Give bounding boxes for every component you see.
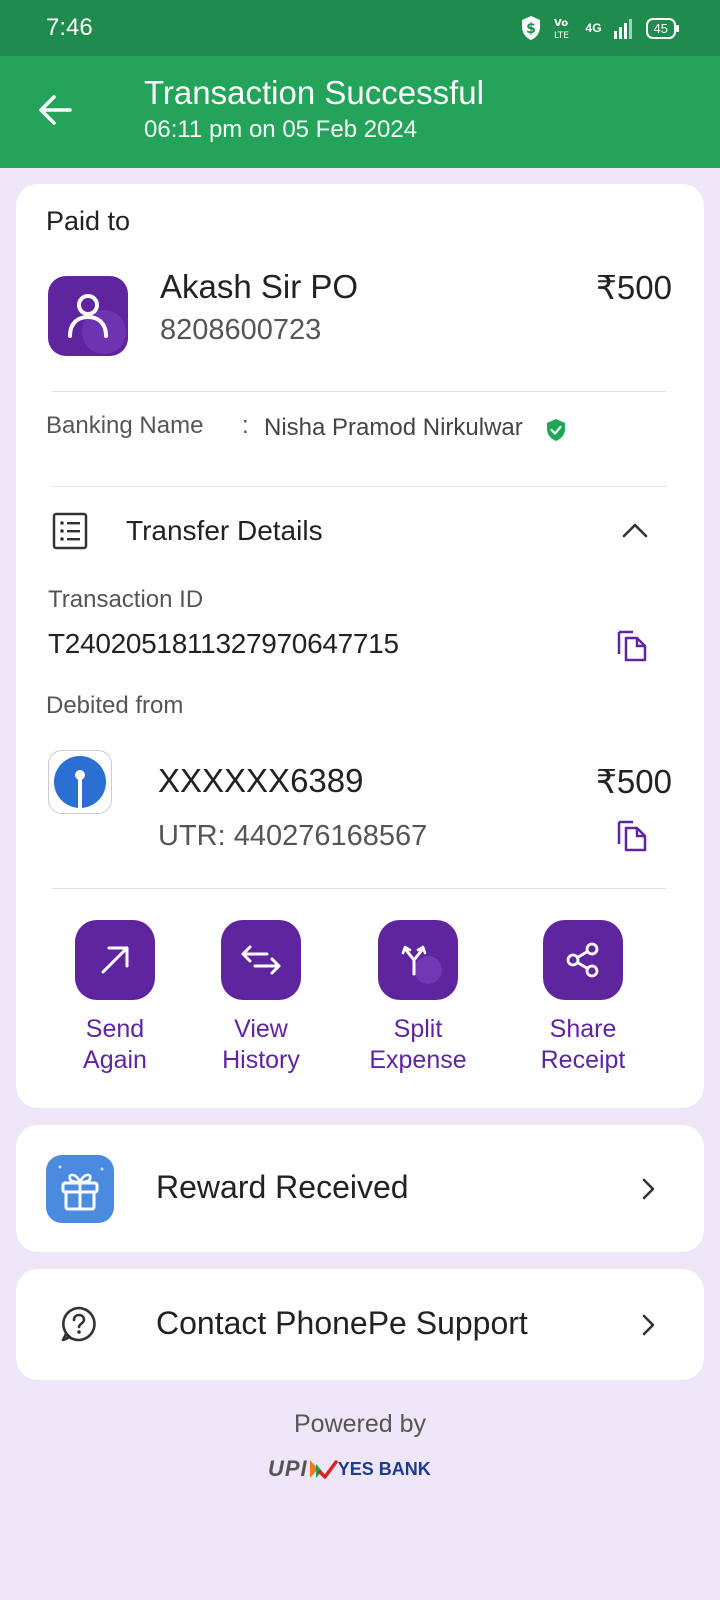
- share-receipt-icon-button[interactable]: [543, 920, 623, 1000]
- network-type: 4G: [585, 21, 602, 35]
- upi-chevron-logo-icon: [309, 1460, 338, 1479]
- help-circle-icon: [61, 1306, 96, 1342]
- payee-phone: 8208600723: [160, 314, 322, 346]
- status-time: 7:46: [46, 14, 93, 41]
- view-history-icon-button[interactable]: [221, 920, 301, 1000]
- payee-avatar: [48, 276, 128, 356]
- status-icons: $ Vo LTE 4G 45: [520, 15, 680, 41]
- view-history-label: View History: [222, 1015, 300, 1074]
- reward-received-label: Reward Received: [156, 1169, 409, 1205]
- debited-from-label: Debited from: [46, 692, 184, 719]
- transfer-details-toggle[interactable]: Transfer Details: [16, 502, 704, 562]
- swap-arrows-icon: [241, 945, 281, 975]
- person-icon: [68, 294, 126, 354]
- transaction-id-value: T2402051811327970647715: [48, 628, 399, 659]
- yes-bank-logo: YES BANK: [337, 1458, 431, 1479]
- split-expense-label: Split Expense: [369, 1015, 467, 1074]
- payee-name: Akash Sir PO: [160, 268, 359, 305]
- view-history-button[interactable]: View History: [196, 920, 326, 1076]
- copy-transaction-id-icon[interactable]: [616, 628, 648, 662]
- gift-icon: [46, 1155, 114, 1223]
- chevron-up-icon: [622, 523, 648, 538]
- sbi-bank-icon: [54, 756, 106, 809]
- volte-icon: Vo LTE: [554, 18, 569, 40]
- copy-utr-icon[interactable]: [616, 818, 648, 852]
- battery-indicator: 45: [645, 17, 680, 39]
- share-receipt-button[interactable]: Share Receipt: [518, 920, 648, 1076]
- transaction-card: Paid to Akash Sir PO 8208600723 ₹500 Ban…: [16, 184, 704, 1108]
- verified-shield-icon: [547, 419, 565, 441]
- transaction-id-label: Transaction ID: [48, 586, 204, 613]
- chevron-right-icon: [642, 1314, 655, 1336]
- transfer-details-title: Transfer Details: [126, 515, 323, 546]
- chevron-right-icon: [642, 1178, 655, 1200]
- signal-icon: [613, 19, 632, 39]
- back-arrow-icon[interactable]: [36, 90, 76, 130]
- banking-name-separator: :: [242, 412, 249, 439]
- reward-received-row[interactable]: Reward Received: [16, 1125, 704, 1252]
- app-bar: Transaction Successful 06:11 pm on 05 Fe…: [0, 56, 720, 168]
- svg-text:$: $: [526, 21, 536, 37]
- paid-amount: ₹500: [595, 269, 672, 306]
- transaction-datetime: 06:11 pm on 05 Feb 2024: [144, 116, 418, 143]
- arrow-up-right-icon: [101, 946, 129, 974]
- svg-text:LTE: LTE: [554, 31, 569, 40]
- shield-dollar-icon: $: [521, 16, 540, 40]
- split-expense-button[interactable]: Split Expense: [353, 920, 483, 1076]
- upi-yesbank-logo: UPI YES BANK: [268, 1454, 458, 1484]
- status-bar: 7:46 $ Vo LTE 4G 45: [0, 0, 720, 56]
- split-icon: [401, 945, 442, 984]
- divider: [52, 486, 666, 487]
- send-again-label: Send Again: [83, 1015, 147, 1074]
- split-expense-icon-button[interactable]: [378, 920, 458, 1000]
- banking-name-value: Nisha Pramod Nirkulwar: [264, 414, 523, 441]
- powered-by-label: Powered by: [293, 1410, 427, 1438]
- divider: [52, 391, 666, 392]
- contact-support-label: Contact PhonePe Support: [156, 1305, 528, 1341]
- debit-account-number: XXXXXX6389: [158, 762, 364, 799]
- bank-logo: [48, 750, 112, 814]
- receipt-list-icon: [52, 512, 88, 550]
- share-icon: [566, 942, 599, 978]
- share-receipt-label: Share Receipt: [540, 1015, 626, 1074]
- svg-text:Vo: Vo: [554, 18, 568, 29]
- send-again-icon-button[interactable]: [75, 920, 155, 1000]
- page-title: Transaction Successful: [144, 74, 484, 111]
- paid-to-label: Paid to: [46, 206, 131, 236]
- upi-logo: UPI: [268, 1456, 308, 1481]
- banking-name-label: Banking Name: [46, 412, 204, 439]
- debit-amount: ₹500: [595, 763, 672, 800]
- utr-number: UTR: 440276168567: [158, 820, 428, 852]
- send-again-button[interactable]: Send Again: [50, 920, 180, 1076]
- divider: [52, 888, 666, 889]
- contact-support-row[interactable]: Contact PhonePe Support: [16, 1269, 704, 1380]
